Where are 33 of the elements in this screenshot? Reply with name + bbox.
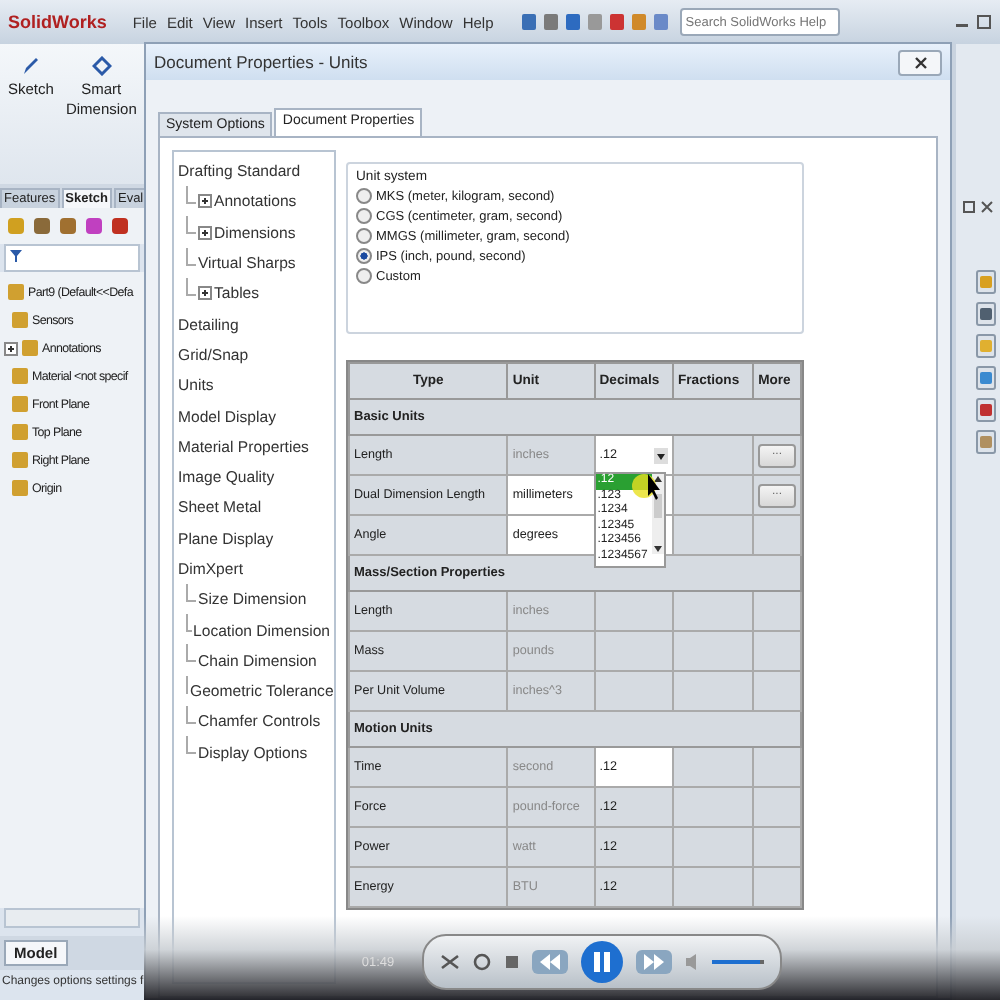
dropdown-arrow-icon xyxy=(654,447,668,463)
task-pane-icon[interactable] xyxy=(976,334,996,358)
task-pane-icon[interactable] xyxy=(976,270,996,294)
pause-icon[interactable] xyxy=(580,940,625,984)
stop-icon[interactable] xyxy=(504,952,521,972)
close-button[interactable] xyxy=(898,49,942,75)
radio-button[interactable] xyxy=(356,248,372,264)
expand-icon[interactable] xyxy=(198,286,212,301)
filter-icon[interactable] xyxy=(8,248,24,264)
radio-button[interactable] xyxy=(356,228,372,244)
diamond-icon xyxy=(91,56,112,76)
radio-button[interactable] xyxy=(356,208,372,224)
pencil-icon xyxy=(20,56,41,76)
rewind-icon[interactable] xyxy=(532,950,569,974)
mouse-cursor-icon xyxy=(631,470,660,502)
expand-icon[interactable] xyxy=(198,194,212,209)
app-logo: SolidWorks xyxy=(8,12,107,32)
task-pane-icon[interactable] xyxy=(976,366,996,390)
radio-button[interactable] xyxy=(356,188,372,204)
window-title: Document Properties - Units xyxy=(154,52,368,72)
task-pane-icon[interactable] xyxy=(976,398,996,422)
scrollbar[interactable] xyxy=(4,908,140,928)
restore-icon[interactable] xyxy=(962,200,976,214)
radio-button[interactable] xyxy=(356,268,372,284)
close-icon[interactable] xyxy=(980,200,994,214)
task-pane-icon[interactable] xyxy=(976,430,996,454)
close-icon xyxy=(913,55,927,69)
expand-icon[interactable] xyxy=(4,341,18,355)
expand-icon[interactable] xyxy=(198,225,212,240)
maximize-icon[interactable] xyxy=(976,14,992,30)
fast-forward-icon[interactable] xyxy=(636,950,673,974)
speaker-icon[interactable] xyxy=(684,952,701,972)
task-pane-icon[interactable] xyxy=(976,302,996,326)
